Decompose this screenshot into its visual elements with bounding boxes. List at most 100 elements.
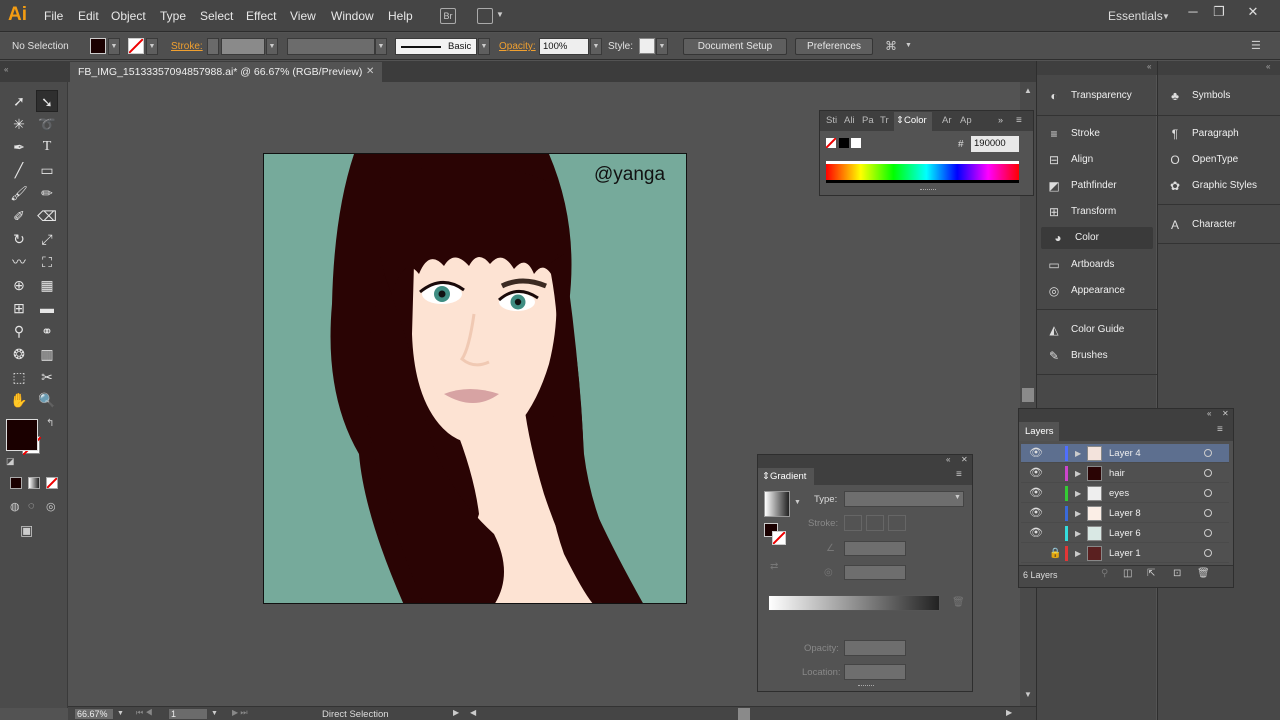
opacity-label[interactable]: Opacity: <box>499 41 536 52</box>
stroke-within-icon[interactable] <box>844 515 862 531</box>
expand-layer-icon[interactable]: ▶ <box>1075 484 1081 503</box>
expand-layer-icon[interactable]: ▶ <box>1075 544 1081 563</box>
aspect-ratio-field[interactable] <box>844 565 906 580</box>
brush-dropdown[interactable]: ▼ <box>478 38 490 55</box>
eraser-tool-icon[interactable]: ⌫ <box>36 205 58 227</box>
workspace-switcher[interactable]: Essentials <box>1108 9 1163 23</box>
opacity-field[interactable]: 100% <box>539 38 589 55</box>
collapse-panel-icon[interactable]: « <box>946 455 950 464</box>
tab-transform[interactable]: Tr <box>880 115 889 126</box>
white-swatch[interactable] <box>851 138 861 148</box>
layer-row[interactable]: 👁 ▶ hair <box>1021 464 1229 483</box>
scroll-left-icon[interactable]: ◀ <box>470 708 476 717</box>
hand-tool-icon[interactable]: ✋ <box>8 389 30 411</box>
artboard-number-field[interactable]: 1 <box>168 708 208 720</box>
stroke-along-icon[interactable] <box>866 515 884 531</box>
screen-mode-icon[interactable]: ▣ <box>20 522 33 539</box>
hex-input[interactable]: 190000 <box>971 136 1019 152</box>
close-panel-icon[interactable]: ✕ <box>961 455 968 464</box>
gradient-tool-icon[interactable]: ▬ <box>36 297 58 319</box>
column-graph-tool-icon[interactable]: ▥ <box>36 343 58 365</box>
magic-wand-tool-icon[interactable]: ✳ <box>8 113 30 135</box>
new-layer-icon[interactable]: ⊡ <box>1173 568 1181 579</box>
scale-tool-icon[interactable]: ⤢ <box>36 228 58 250</box>
collapse-toolbox-icon[interactable]: « <box>4 65 8 74</box>
stop-opacity-field[interactable] <box>844 640 906 656</box>
gradient-slider[interactable] <box>768 595 940 611</box>
color-spectrum-bar[interactable] <box>826 161 1019 183</box>
visibility-eye-icon[interactable]: 👁 <box>1029 444 1043 463</box>
live-paint-tool-icon[interactable]: ▦ <box>36 274 58 296</box>
target-circle-icon[interactable] <box>1204 469 1212 477</box>
blob-brush-tool-icon[interactable]: ✐ <box>8 205 30 227</box>
rotate-tool-icon[interactable]: ↻ <box>8 228 30 250</box>
layer-name[interactable]: hair <box>1109 464 1125 483</box>
menu-type[interactable]: Type <box>160 9 186 23</box>
lock-icon[interactable]: 🔒 <box>1049 544 1061 563</box>
tab-align[interactable]: Ali <box>844 115 855 126</box>
target-circle-icon[interactable] <box>1204 529 1212 537</box>
layer-row[interactable]: 👁 ▶ Layer 8 <box>1021 504 1229 523</box>
visibility-eye-icon[interactable]: 👁 <box>1029 504 1043 523</box>
first-artboard-icon[interactable]: ⏮ ◀ <box>136 708 153 718</box>
pencil-tool-icon[interactable]: ✏ <box>36 182 58 204</box>
menu-file[interactable]: File <box>44 9 63 23</box>
layer-row[interactable]: 👁 ▶ Layer 6 <box>1021 524 1229 543</box>
document-tab[interactable]: FB_IMG_1513335709485798­8.ai* @ 66.67% (… <box>70 62 382 82</box>
symbol-sprayer-tool-icon[interactable]: ❂ <box>8 343 30 365</box>
target-circle-icon[interactable] <box>1204 509 1212 517</box>
make-clipping-mask-icon[interactable]: ◫ <box>1123 568 1132 579</box>
default-colors-icon[interactable]: ◪ <box>6 456 15 467</box>
swap-colors-icon[interactable]: ↰ <box>46 418 54 429</box>
expand-layer-icon[interactable]: ▶ <box>1075 504 1081 523</box>
gradient-preview-swatch[interactable] <box>764 491 790 517</box>
mesh-tool-icon[interactable]: ⊞ <box>8 297 30 319</box>
collapse-dock-icon[interactable]: « <box>1147 62 1151 71</box>
delete-layer-icon[interactable]: 🗑 <box>1197 568 1210 579</box>
eyedropper-tool-icon[interactable]: ⚲ <box>8 320 30 342</box>
fill-dropdown[interactable]: ▼ <box>108 38 120 55</box>
warp-tool-icon[interactable]: 〰 <box>8 251 30 273</box>
scroll-up-icon[interactable]: ▲ <box>1024 86 1032 95</box>
dock-item-artboards[interactable]: ▭ Artboards <box>1037 252 1155 278</box>
style-dropdown[interactable]: ▼ <box>656 38 668 55</box>
preferences-button[interactable]: Preferences <box>795 38 873 55</box>
collapse-panel-icon[interactable]: « <box>1207 409 1211 418</box>
stroke-dropdown[interactable]: ▼ <box>146 38 158 55</box>
artboard[interactable]: @yanga <box>263 153 687 604</box>
new-sublayer-icon[interactable]: ⇱ <box>1147 568 1155 579</box>
stroke-across-icon[interactable] <box>888 515 906 531</box>
dock-item-paragraph[interactable]: ¶ Paragraph <box>1158 121 1278 147</box>
layer-name[interactable]: Layer 1 <box>1109 544 1141 563</box>
tab-artboards[interactable]: Ar <box>942 115 952 126</box>
zoom-dropdown[interactable]: ▼ <box>117 710 124 717</box>
menu-help[interactable]: Help <box>388 9 413 23</box>
profile-dropdown[interactable]: ▼ <box>375 38 387 55</box>
stroke-label[interactable]: Stroke: <box>171 41 203 52</box>
brush-definition[interactable]: Basic <box>395 38 477 55</box>
menu-view[interactable]: View <box>290 9 316 23</box>
minimize-button[interactable]: ─ <box>1180 3 1206 21</box>
color-mode-icon[interactable] <box>10 477 22 489</box>
type-tool-icon[interactable]: T <box>36 136 58 158</box>
shape-builder-tool-icon[interactable]: ⊕ <box>8 274 30 296</box>
dock-item-transparency[interactable]: ◐ Transparency <box>1037 83 1155 109</box>
free-transform-tool-icon[interactable]: ⛶ <box>36 251 58 273</box>
variable-width-profile[interactable] <box>287 38 375 55</box>
menu-edit[interactable]: Edit <box>78 9 99 23</box>
chevron-down-icon[interactable]: ▼ <box>794 499 801 506</box>
dock-item-appearance[interactable]: ◎ Appearance <box>1037 278 1155 304</box>
maximize-button[interactable]: ❐ <box>1206 3 1232 21</box>
tab-gradient[interactable]: ⇕Gradient <box>758 468 814 485</box>
none-mode-icon[interactable] <box>46 477 58 489</box>
panel-menu-icon[interactable]: ☰ <box>1251 39 1261 52</box>
target-circle-icon[interactable] <box>1204 549 1212 557</box>
scroll-thumb[interactable] <box>1022 388 1034 402</box>
stop-location-field[interactable] <box>844 664 906 680</box>
dock-item-brushes[interactable]: ✎ Brushes <box>1037 343 1155 369</box>
layer-row[interactable]: 🔒 ▶ Layer 1 <box>1021 544 1229 563</box>
dock-item-color[interactable]: ◕ Color <box>1041 227 1153 249</box>
panel-grip[interactable] <box>858 685 874 687</box>
tab-layers[interactable]: Layers <box>1019 422 1059 441</box>
layer-name[interactable]: eyes <box>1109 484 1129 503</box>
